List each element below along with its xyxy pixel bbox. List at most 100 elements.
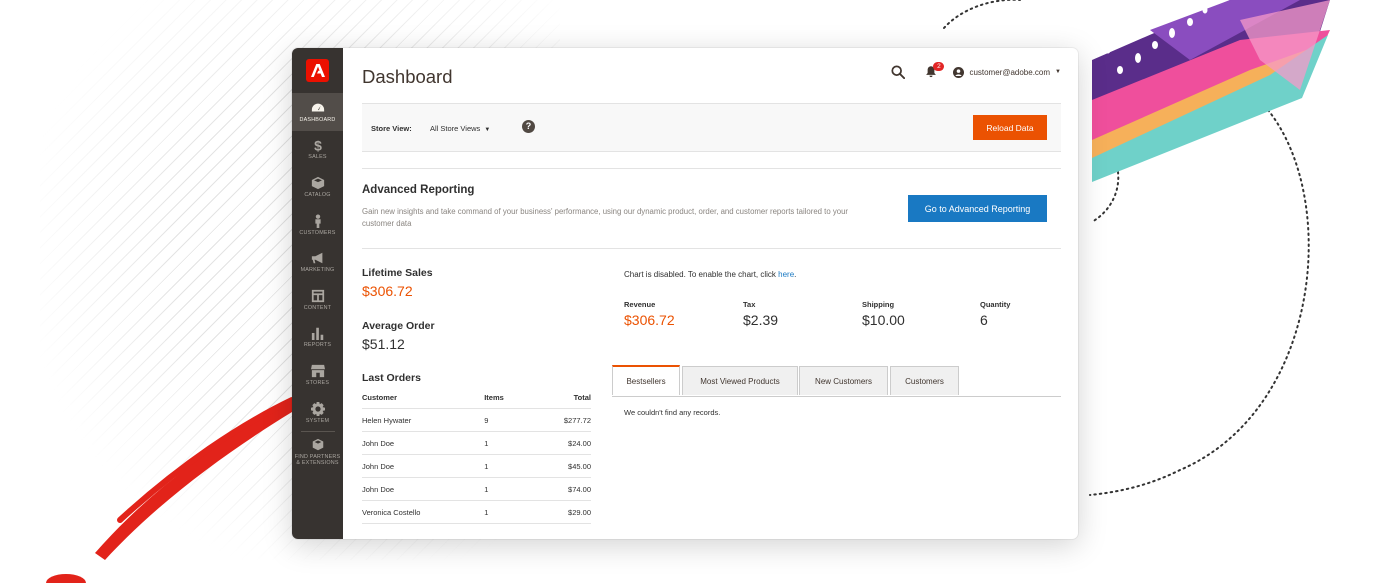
total-label: Shipping — [862, 300, 895, 309]
order-total: $277.72 — [534, 408, 591, 432]
order-total: $45.00 — [534, 454, 591, 478]
person-icon — [314, 214, 321, 228]
reload-data-button[interactable]: Reload Data — [973, 115, 1047, 140]
megaphone-icon — [311, 252, 322, 264]
column-header-total: Total — [534, 387, 591, 409]
order-customer: Helen Hywater — [362, 408, 485, 432]
chart-message-end: . — [794, 270, 797, 279]
store-view-label: Store View: — [371, 124, 412, 133]
sidebar-item-label: FIND PARTNERS & EXTENSIONS — [294, 453, 341, 467]
sidebar-item-content[interactable]: CONTENT — [292, 281, 343, 319]
total-value: $2.39 — [743, 312, 779, 328]
last-orders-table: Customer Items Total Helen Hywater 9 $27… — [362, 387, 591, 524]
order-items: 9 — [484, 408, 535, 432]
chart-disabled-message: Chart is disabled. To enable the chart, … — [624, 270, 796, 279]
total-label: Tax — [743, 300, 756, 309]
sidebar-item-reports[interactable]: REPORTS — [292, 319, 343, 357]
order-customer: John Doe — [362, 431, 485, 455]
gear-icon — [310, 401, 325, 416]
average-order-value: $51.12 — [362, 336, 405, 352]
order-items: 1 — [484, 431, 535, 455]
column-header-customer: Customer — [362, 387, 485, 409]
advanced-reporting-description: Gain new insights and take command of yo… — [362, 207, 849, 228]
totals-summary: Revenue $306.72 Tax $2.39 Shipping $10.0… — [624, 300, 1059, 340]
order-customer: John Doe — [362, 454, 485, 478]
column-header-items: Items — [484, 387, 535, 409]
layout-icon — [311, 289, 324, 302]
search-icon[interactable] — [891, 65, 906, 79]
account-menu[interactable]: customer@adobe.com ▼ — [953, 66, 1061, 78]
box-icon — [311, 176, 324, 190]
lifetime-sales-label: Lifetime Sales — [362, 267, 433, 279]
total-quantity: Quantity 6 — [980, 300, 1010, 328]
sidebar-item-dashboard[interactable]: DASHBOARD — [292, 93, 343, 131]
last-orders-title: Last Orders — [362, 372, 421, 384]
order-items: 1 — [484, 454, 535, 478]
notifications-button[interactable]: 2 — [925, 62, 945, 79]
sidebar-item-label: SALES — [308, 154, 327, 161]
order-items: 1 — [484, 477, 535, 501]
table-row[interactable]: John Doe 1 $74.00 — [362, 477, 591, 501]
order-customer: John Doe — [362, 477, 485, 501]
total-value: $306.72 — [624, 312, 675, 328]
sidebar-item-catalog[interactable]: CATALOG — [292, 168, 343, 206]
help-icon[interactable]: ? — [522, 120, 535, 133]
order-total: $29.00 — [534, 500, 591, 524]
order-total: $24.00 — [534, 431, 591, 455]
table-row[interactable]: John Doe 1 $24.00 — [362, 431, 591, 455]
advanced-reporting-title: Advanced Reporting — [362, 184, 475, 196]
chart-message-text: Chart is disabled. To enable the chart, … — [624, 270, 779, 279]
total-value: 6 — [980, 312, 988, 328]
sidebar-item-label: MARKETING — [300, 267, 335, 274]
cubes-icon — [312, 438, 323, 451]
average-order-label: Average Order — [362, 320, 435, 332]
header-actions: 2 customer@adobe.com ▼ — [891, 62, 1061, 79]
sidebar-item-sales[interactable]: $ SALES — [292, 131, 343, 169]
total-revenue: Revenue $306.72 — [624, 300, 675, 328]
table-row[interactable]: Veronica Costello 1 $29.00 — [362, 500, 591, 524]
total-label: Quantity — [980, 300, 1011, 309]
adobe-logo-icon[interactable] — [306, 59, 329, 82]
table-header-row: Customer Items Total — [362, 387, 591, 409]
enable-chart-link[interactable]: here — [778, 270, 794, 279]
tab-new-customers[interactable]: New Customers — [799, 366, 888, 395]
table-row[interactable]: Helen Hywater 9 $277.72 — [362, 408, 591, 432]
sidebar: DASHBOARD $ SALES CATALOG CUSTOMERS MARK… — [292, 48, 343, 539]
page-title: Dashboard — [362, 66, 453, 87]
chevron-down-icon: ▼ — [1055, 69, 1061, 75]
section-divider — [362, 168, 1061, 169]
dollar-icon: $ — [314, 138, 322, 152]
sidebar-item-stores[interactable]: STORES — [292, 356, 343, 394]
tab-most-viewed-products[interactable]: Most Viewed Products — [682, 366, 798, 395]
total-tax: Tax $2.39 — [743, 300, 778, 328]
total-label: Revenue — [624, 300, 656, 309]
lifetime-sales-value: $306.72 — [362, 283, 413, 299]
sidebar-item-customers[interactable]: CUSTOMERS — [292, 206, 343, 244]
total-shipping: Shipping $10.00 — [862, 300, 905, 328]
section-divider — [362, 248, 1061, 249]
order-total: $74.00 — [534, 477, 591, 501]
sidebar-item-label: CUSTOMERS — [299, 229, 336, 236]
advanced-reporting-button[interactable]: Go to Advanced Reporting — [908, 195, 1047, 222]
sidebar-item-find-partners[interactable]: FIND PARTNERS & EXTENSIONS — [292, 432, 343, 472]
sidebar-item-label: CATALOG — [304, 191, 331, 198]
notification-count-badge: 2 — [933, 62, 945, 71]
dashboard-icon — [311, 103, 324, 112]
sidebar-item-label: REPORTS — [303, 342, 332, 349]
chevron-down-icon: ▼ — [484, 127, 491, 133]
sidebar-item-marketing[interactable]: MARKETING — [292, 243, 343, 281]
tab-customers[interactable]: Customers — [890, 366, 959, 395]
order-items: 1 — [484, 500, 535, 524]
user-avatar-icon — [953, 66, 965, 78]
sidebar-item-label: DASHBOARD — [299, 116, 336, 123]
sidebar-item-system[interactable]: SYSTEM — [292, 394, 343, 432]
order-customer: Veronica Costello — [362, 500, 485, 524]
total-value: $10.00 — [862, 312, 905, 328]
table-row[interactable]: John Doe 1 $45.00 — [362, 454, 591, 478]
tab-empty-message: We couldn't find any records. — [624, 408, 721, 417]
tab-bestsellers[interactable]: Bestsellers — [612, 365, 680, 395]
sidebar-item-label: STORES — [305, 379, 330, 386]
bar-chart-icon — [311, 328, 323, 341]
store-view-select[interactable]: All Store Views ▼ — [430, 124, 490, 133]
account-email: customer@adobe.com — [969, 67, 1051, 77]
